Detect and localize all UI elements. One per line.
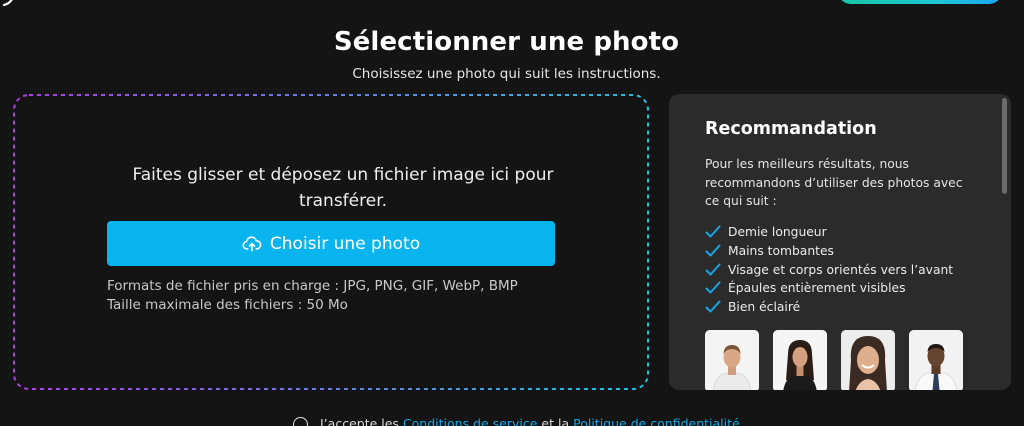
terms-prefix: J’accepte les [320, 416, 399, 426]
check-icon [705, 281, 721, 294]
max-file-size-text: Taille maximale des fichiers : 50 Mo [107, 297, 348, 313]
list-item: Visage et corps orientés vers l’avant [705, 260, 953, 279]
privacy-policy-link[interactable]: Politique de confidentialité [573, 416, 740, 426]
terms-consent: J’accepte les Conditions de service et l… [293, 416, 740, 426]
image-dropzone[interactable]: Faites glisser et déposez un fichier ima… [13, 94, 649, 390]
page-title: Sélectionner une photo [333, 27, 680, 57]
check-icon [705, 225, 721, 238]
list-item-label: Visage et corps orientés vers l’avant [728, 262, 954, 277]
list-item-label: Demie longueur [728, 225, 827, 240]
list-item: Demie longueur [705, 223, 953, 242]
dropzone-instruction: Faites glisser et déposez un fichier ima… [132, 165, 554, 211]
terms-radio[interactable] [293, 417, 308, 426]
list-item-label: Épaules entièrement visibles [728, 281, 906, 296]
list-item: Épaules entièrement visibles [705, 279, 953, 298]
file-requirements: Formats de fichier pris en charge : JPG,… [107, 277, 518, 315]
list-item: Bien éclairé [705, 298, 953, 317]
list-item-label: Mains tombantes [728, 244, 834, 259]
check-icon [705, 263, 721, 276]
recommendation-title: Recommandation [705, 119, 877, 139]
header-action-button[interactable] [838, 0, 1002, 4]
example-photo-woman-dark-top [773, 330, 827, 390]
choose-photo-button[interactable]: Choisir une photo [107, 221, 555, 266]
check-icon [705, 300, 721, 313]
example-photo-man-tshirt [705, 330, 759, 390]
terms-of-service-link[interactable]: Conditions de service [403, 416, 538, 426]
recommendation-list: Demie longueur Mains tombantes Visage et… [705, 223, 953, 316]
list-item: Mains tombantes [705, 242, 953, 261]
check-icon [705, 244, 721, 257]
choose-photo-label: Choisir une photo [269, 233, 421, 254]
recommendation-panel: Recommandation Pour les meilleurs résult… [669, 94, 1011, 390]
example-photo-smiling-woman [841, 330, 895, 390]
list-item-label: Bien éclairé [728, 300, 801, 315]
example-photo-man-shirt-tie [909, 330, 963, 390]
supported-formats-text: Formats de fichier pris en charge : JPG,… [107, 278, 518, 294]
page-subtitle: Choisissez une photo qui suit les instru… [352, 66, 661, 82]
logo-fragment [2, 0, 13, 6]
example-photos [705, 330, 963, 390]
recommendation-scrollbar[interactable] [1002, 98, 1007, 194]
terms-middle: et la [541, 416, 570, 426]
recommendation-description: Pour les meilleurs résultats, nous recom… [705, 157, 963, 208]
cloud-upload-icon [242, 234, 262, 254]
